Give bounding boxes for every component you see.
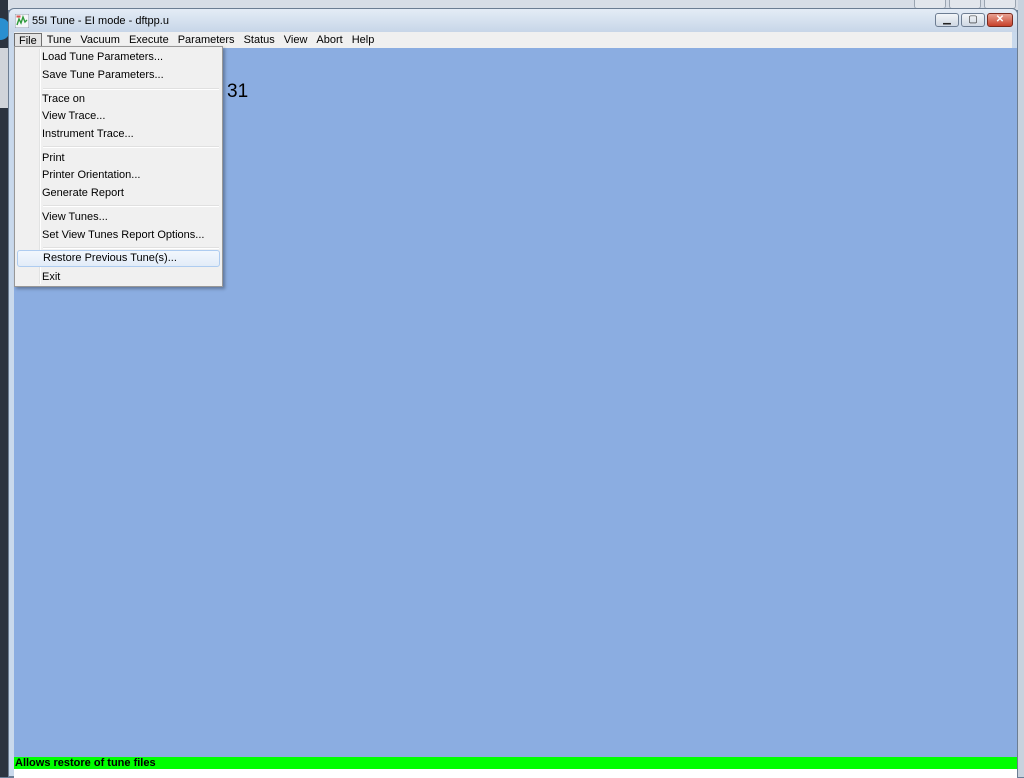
client-readout: 31 (227, 81, 249, 102)
close-icon: ✕ (995, 14, 1005, 25)
menu-item-restore-previous-tunes[interactable]: Restore Previous Tune(s)... (17, 250, 220, 267)
desktop-right-strip (1018, 0, 1024, 777)
title-bar[interactable]: 55I Tune - EI mode - dftpp.u ▁ ▢ ✕ (9, 9, 1017, 32)
minimize-icon: ▁ (943, 14, 951, 25)
minimize-button[interactable]: ▁ (935, 13, 959, 27)
menu-item-generate-report[interactable]: Generate Report (17, 185, 220, 202)
menu-separator (43, 205, 219, 207)
maximize-button[interactable]: ▢ (961, 13, 985, 27)
maximize-icon: ▢ (968, 14, 978, 25)
menu-item-instrument-trace[interactable]: Instrument Trace... (17, 126, 220, 143)
menu-separator (43, 247, 219, 249)
window-title: 55I Tune - EI mode - dftpp.u (32, 15, 169, 27)
tune-app-icon[interactable] (15, 14, 29, 28)
menu-tune[interactable]: Tune (43, 33, 76, 47)
menu-status[interactable]: Status (240, 33, 279, 47)
menu-item-print[interactable]: Print (17, 150, 220, 167)
desktop-left-strip (0, 0, 8, 777)
menu-item-view-trace[interactable]: View Trace... (17, 108, 220, 125)
menu-separator (43, 88, 219, 90)
file-menu-dropdown: Load Tune Parameters... Save Tune Parame… (14, 46, 223, 287)
menu-vacuum[interactable]: Vacuum (76, 33, 124, 47)
background-panel-edge (0, 48, 8, 108)
menu-item-view-tunes[interactable]: View Tunes... (17, 209, 220, 226)
menu-item-printer-orientation[interactable]: Printer Orientation... (17, 167, 220, 184)
menu-item-set-view-tunes-report-options[interactable]: Set View Tunes Report Options... (17, 227, 220, 244)
menu-separator (43, 146, 219, 148)
menu-item-save-tune-parameters[interactable]: Save Tune Parameters... (17, 67, 220, 84)
close-button[interactable]: ✕ (987, 13, 1013, 27)
menu-item-trace-on[interactable]: Trace on (17, 91, 220, 108)
menu-item-load-tune-parameters[interactable]: Load Tune Parameters... (17, 49, 220, 66)
menu-view[interactable]: View (280, 33, 312, 47)
menu-abort[interactable]: Abort (312, 33, 346, 47)
menu-parameters[interactable]: Parameters (174, 33, 239, 47)
status-bar: Allows restore of tune files (14, 757, 1017, 769)
menu-execute[interactable]: Execute (125, 33, 173, 47)
menu-file[interactable]: File (14, 33, 42, 47)
menu-help[interactable]: Help (348, 33, 379, 47)
window-controls: ▁ ▢ ✕ (935, 13, 1013, 27)
menu-item-exit[interactable]: Exit (17, 269, 220, 286)
